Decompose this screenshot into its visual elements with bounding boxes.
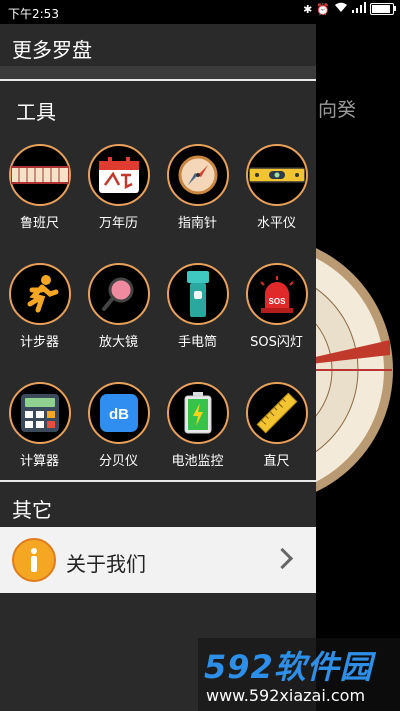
compass-icon [166,144,229,206]
tool-sos-light[interactable]: SOS SOS闪灯 [237,263,316,350]
tool-label: 电池监控 [171,454,224,469]
tool-compass[interactable]: 指南针 [158,144,237,231]
tool-label: 直尺 [263,454,290,469]
magnifier-icon [87,263,150,325]
divider [0,480,316,482]
watermark: 592软件园 www.592xiazai.com [198,638,400,711]
tool-label: SOS闪灯 [250,335,303,350]
sos-light-icon: SOS [245,263,308,325]
tool-pedometer[interactable]: 计步器 [0,263,79,350]
tool-label: 指南针 [177,216,217,231]
tool-magnifier[interactable]: 放大镜 [79,263,158,350]
tool-label: 计步器 [19,335,59,350]
about-us-item[interactable]: 关于我们 [0,527,316,593]
runner-icon [8,263,71,325]
tool-label: 手电筒 [177,335,217,350]
title-strip [0,66,316,80]
calculator-icon [8,382,71,444]
wifi-icon [334,2,348,16]
about-us-label: 关于我们 [66,552,146,576]
watermark-brand: 592软件园 [204,648,373,686]
tool-label: 分贝仪 [98,454,138,469]
flashlight-icon [166,263,229,325]
info-icon [12,538,56,582]
tool-battery-monitor[interactable]: 电池监控 [158,382,237,469]
tool-label: 计算器 [19,454,59,469]
bluetooth-icon: ✱ [303,2,313,16]
battery-monitor-icon [166,382,229,444]
spirit-level-icon [245,144,308,206]
svg-text:dB: dB [109,406,129,423]
watermark-url: www.592xiazai.com [206,686,366,705]
tool-decibel[interactable]: dB 分贝仪 [79,382,158,469]
chevron-right-icon [271,547,294,570]
other-section-title: 其它 [12,498,52,522]
compass-direction-text: 向癸 [318,99,357,121]
tool-level[interactable]: 水平仪 [237,144,316,231]
tools-section-title: 工具 [16,100,56,124]
tool-label: 水平仪 [256,216,296,231]
status-icons: ✱ ⏰ [303,2,396,16]
status-time: 下午2:53 [8,7,59,21]
tool-calculator[interactable]: 计算器 [0,382,79,469]
signal-icon [352,2,366,16]
tool-label: 放大镜 [98,335,138,350]
tool-lubanchi[interactable]: 鲁班尺 [0,144,79,231]
tool-calendar[interactable]: 万年历 [79,144,158,231]
svg-text:SOS: SOS [268,297,286,306]
tool-label: 万年历 [98,216,138,231]
ruler-icon [245,382,308,444]
ruler-wood-icon [8,144,71,206]
decibel-icon: dB [87,382,150,444]
alarm-icon: ⏰ [316,2,330,16]
status-bar: 下午2:53 ✱ ⏰ [0,0,400,24]
calendar-icon [87,144,150,206]
drawer-title: 更多罗盘 [12,38,92,62]
tool-flashlight[interactable]: 手电筒 [158,263,237,350]
battery-icon [370,3,396,15]
tool-ruler[interactable]: 直尺 [237,382,316,469]
tool-label: 鲁班尺 [19,216,59,231]
divider [0,79,316,81]
navigation-drawer: 更多罗盘 工具 鲁班尺 万年历 指南针 水平仪 计步器 放大镜 手电筒 SOS … [0,24,316,711]
